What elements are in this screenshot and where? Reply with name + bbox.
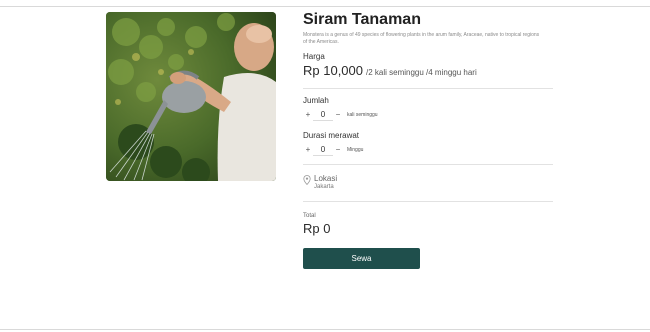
duration-value[interactable]: 0 — [313, 144, 333, 156]
location-pin-icon — [303, 175, 311, 185]
product-description: Monstera is a genus of 49 species of flo… — [303, 32, 540, 45]
product-title: Siram Tanaman — [303, 11, 421, 28]
duration-section: Durasi merawat + 0 − Minggu — [303, 131, 553, 156]
product-photo — [106, 12, 276, 181]
location-section: Lokasi Jakarta — [303, 174, 553, 191]
divider — [303, 164, 553, 165]
divider — [303, 201, 553, 202]
product-details: Siram Tanaman Monstera is a genus of 49 … — [303, 10, 553, 269]
total-value: Rp 0 — [303, 221, 331, 236]
price-row: Rp 10,000/2 kali seminggu /4 minggu hari — [303, 62, 553, 80]
duration-label: Durasi merawat — [303, 131, 360, 140]
duration-stepper: + 0 − Minggu — [303, 144, 553, 156]
location-value: Jakarta — [314, 184, 334, 190]
gardener-watering-image — [106, 12, 276, 181]
rental-detail-page: Siram Tanaman Monstera is a genus of 49 … — [0, 0, 650, 332]
bottom-divider — [0, 329, 650, 330]
price-unit: /2 kali seminggu /4 minggu hari — [366, 68, 477, 77]
quantity-label: Jumlah — [303, 96, 329, 105]
price-section: Harga Rp 10,000/2 kali seminggu /4 mingg… — [303, 52, 553, 80]
total-label: Total — [303, 213, 316, 219]
quantity-unit: kali seminggu — [347, 112, 378, 118]
quantity-decrement-button[interactable]: − — [333, 109, 343, 121]
duration-decrement-button[interactable]: − — [333, 144, 343, 156]
quantity-increment-button[interactable]: + — [303, 109, 313, 121]
quantity-stepper: + 0 − kali seminggu — [303, 109, 553, 121]
quantity-section: Jumlah + 0 − kali seminggu — [303, 96, 553, 121]
price-label: Harga — [303, 52, 325, 61]
divider — [303, 88, 553, 89]
duration-unit: Minggu — [347, 147, 364, 153]
quantity-value[interactable]: 0 — [313, 109, 333, 121]
location-text: Lokasi Jakarta — [314, 174, 337, 191]
total-section: Total Rp 0 — [303, 213, 553, 236]
price-amount: Rp 10,000 — [303, 63, 363, 78]
location-label: Lokasi — [314, 174, 338, 183]
rent-button[interactable]: Sewa — [303, 248, 420, 269]
duration-increment-button[interactable]: + — [303, 144, 313, 156]
top-divider — [0, 6, 650, 7]
